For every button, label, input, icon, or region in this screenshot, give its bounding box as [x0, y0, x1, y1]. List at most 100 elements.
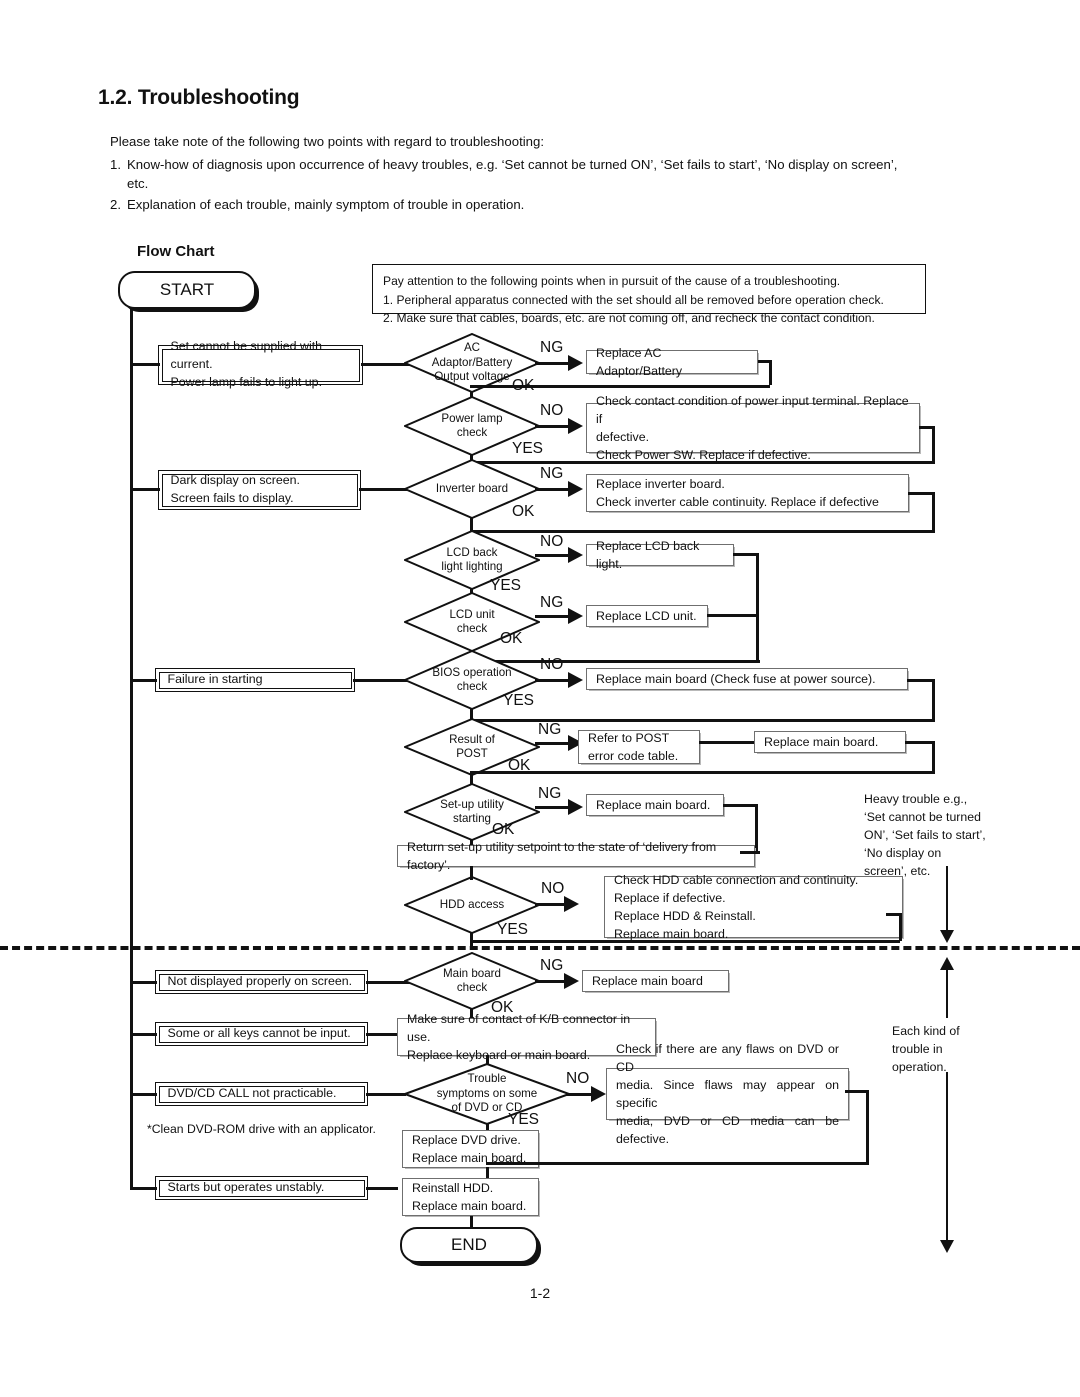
end-label: END: [451, 1235, 487, 1254]
decision-main-board: Main board check: [404, 952, 540, 1010]
branch-dvd-fail-line: [566, 1093, 592, 1096]
list-number: 2.: [110, 197, 121, 212]
symptom-line-1: DVD/CD CALL not practicable.: [167, 1086, 337, 1101]
spine-tick-display: [130, 488, 160, 491]
symptom-line-1: Not displayed properly on screen.: [167, 974, 353, 989]
action-line-1: Make sure of contact of K/B connector in…: [407, 1011, 631, 1044]
return-lamp-h: [919, 426, 935, 429]
return-ac-v: [769, 360, 772, 385]
intro-list-item-2: 2. Explanation of each trouble, mainly sy…: [110, 196, 930, 215]
decision-setup-utility: Set-up utility starting: [404, 783, 540, 841]
spine-tick-power: [130, 363, 160, 366]
symptom-line-1: Some or all keys cannot be input.: [167, 1026, 351, 1041]
return-post-v: [932, 741, 935, 772]
decision-label-2: check: [456, 981, 488, 994]
branch-label-hdd-no: NO: [541, 880, 565, 897]
decision-label-1: Set-up utility: [440, 797, 504, 811]
branch-label-inverter-ng: NG: [540, 465, 564, 482]
branch-label-lamp-yes: YES: [512, 440, 544, 457]
branch-lamp-fail-arrow: [568, 418, 583, 434]
action-text: Return set-up utility setpoint to the st…: [407, 839, 717, 872]
action-line-1: Replace inverter board.: [596, 476, 725, 491]
action-line-2: media. Since flaws may appear on specifi…: [616, 1077, 839, 1110]
annotation-line-1: Heavy trouble e.g.,: [864, 792, 968, 806]
action-text: Replace main board: [592, 973, 703, 988]
branch-label-setup-ng: NG: [538, 785, 562, 802]
branch-label-setup-ok: OK: [492, 821, 515, 838]
decision-label-1: BIOS operation: [432, 665, 512, 679]
branch-dvd-fail-arrow: [591, 1086, 606, 1102]
annotation-arrow-lower-shaft: [946, 1072, 948, 1242]
spine-tick-improper: [130, 981, 157, 984]
symptom-line-1: Starts but operates unstably.: [167, 1180, 325, 1195]
action-line-1: Replace DVD drive.: [412, 1132, 521, 1147]
return-hdd-v: [899, 913, 902, 941]
annotation-arrow-up-shaft-top: [946, 962, 948, 1018]
section-divider: [0, 946, 1080, 950]
action-line-2: Replace keyboard or main board.: [407, 1048, 591, 1063]
action-line-1: Check if there are any flaws on DVD or C…: [616, 1041, 839, 1074]
page-number: 1-2: [529, 1285, 551, 1301]
symptom-box-power: Set cannot be supplied with current. Pow…: [158, 339, 363, 389]
branch-setup-fail-line: [535, 806, 569, 809]
branch-label-dvd-no: NO: [566, 1070, 590, 1087]
return-setup-v: [755, 804, 758, 852]
keyboard-to-dvd: [486, 1055, 489, 1065]
action-line-3: Check Power SW. Replace if defective.: [596, 448, 811, 463]
annotation-arrow-down-head: [940, 930, 954, 943]
annotation-line-5: screen’, etc.: [864, 864, 931, 879]
decision-label-3: Output voltage: [434, 370, 510, 384]
branch-label-mainboard-ng: NG: [540, 957, 564, 974]
branch-ac-fail-line: [535, 362, 569, 365]
decision-label-1: LCD back: [446, 545, 498, 559]
annotation-line-4: ‘No display on: [864, 846, 942, 861]
symptom-box-unstable: Starts but operates unstably.: [155, 1176, 368, 1200]
decision-label-1: Trouble: [467, 1072, 507, 1086]
footnote-clean-dvd: *Clean DVD-ROM drive with an applicator.: [147, 1122, 376, 1136]
symptom-box-keyboard: Some or all keys cannot be input.: [155, 1022, 368, 1046]
link-post-chain: [699, 741, 755, 744]
action-setup-replace-main-board: Replace main board.: [586, 794, 724, 816]
decision-dvd-symptoms: Trouble symptoms on some of DVD or CD: [404, 1063, 570, 1125]
branch-label-lcdunit-ok: OK: [500, 630, 523, 647]
decision-label-1: HDD access: [439, 897, 505, 911]
annotation-line-3: ON’, ‘Set fails to start’,: [864, 828, 986, 843]
decision-label-1: Result of: [449, 732, 495, 746]
return-backlight-h: [733, 553, 759, 556]
branch-hdd-fail-line: [535, 903, 565, 906]
action-line-1: Check contact condition of power input t…: [596, 393, 909, 426]
symptom-line-1: Set cannot be supplied with current.: [170, 339, 323, 372]
decision-label-2: check: [456, 426, 488, 439]
symptom-line-1: Dark display on screen.: [170, 473, 300, 488]
action-text: Replace AC Adaptor/Battery: [596, 345, 683, 378]
branch-bios-fail-line: [535, 679, 569, 682]
symptom-box-failure-start: Failure in starting: [155, 668, 355, 692]
return-bios-h: [907, 679, 935, 682]
return-inverter-v: [932, 492, 935, 533]
action-refer-post-table: Refer to POST error code table.: [578, 730, 700, 764]
action-line-3: Replace HDD & Reinstall.: [614, 909, 756, 923]
link-keyboard-to-action: [366, 1033, 398, 1036]
annotation-line-2: trouble in: [892, 1042, 943, 1057]
branch-backlight-fail-line: [535, 554, 569, 557]
action-line-3: media, DVD or CD media can be defective.: [616, 1114, 839, 1147]
action-line-1: Refer to POST: [588, 730, 670, 745]
annotation-arrow-lower-head: [940, 1240, 954, 1253]
branch-lcdunit-fail-line: [535, 615, 569, 618]
action-line-4: Replace main board.: [614, 927, 729, 942]
setup-to-hdd: [470, 866, 473, 880]
branch-label-inverter-ok: OK: [512, 503, 535, 520]
decision-label-2: Adaptor/Battery: [431, 355, 513, 369]
action-power-input-terminal: Check contact condition of power input t…: [586, 394, 920, 462]
return-setup-join: [740, 851, 760, 854]
symptom-box-display-improper: Not displayed properly on screen.: [155, 970, 368, 994]
annotation-each-kind: Each kind of trouble in operation.: [892, 1022, 1002, 1076]
branch-label-ac-ng: NG: [540, 339, 564, 356]
note-lead: Pay attention to the following points wh…: [383, 274, 841, 288]
decision-label-1: AC: [463, 341, 481, 355]
action-text: Replace LCD back light.: [596, 538, 700, 571]
return-inverter-h: [908, 492, 935, 495]
start-terminator: START: [118, 271, 256, 309]
decision-label-1: Main board: [442, 966, 501, 980]
action-line-2: Replace main board.: [412, 1199, 527, 1213]
